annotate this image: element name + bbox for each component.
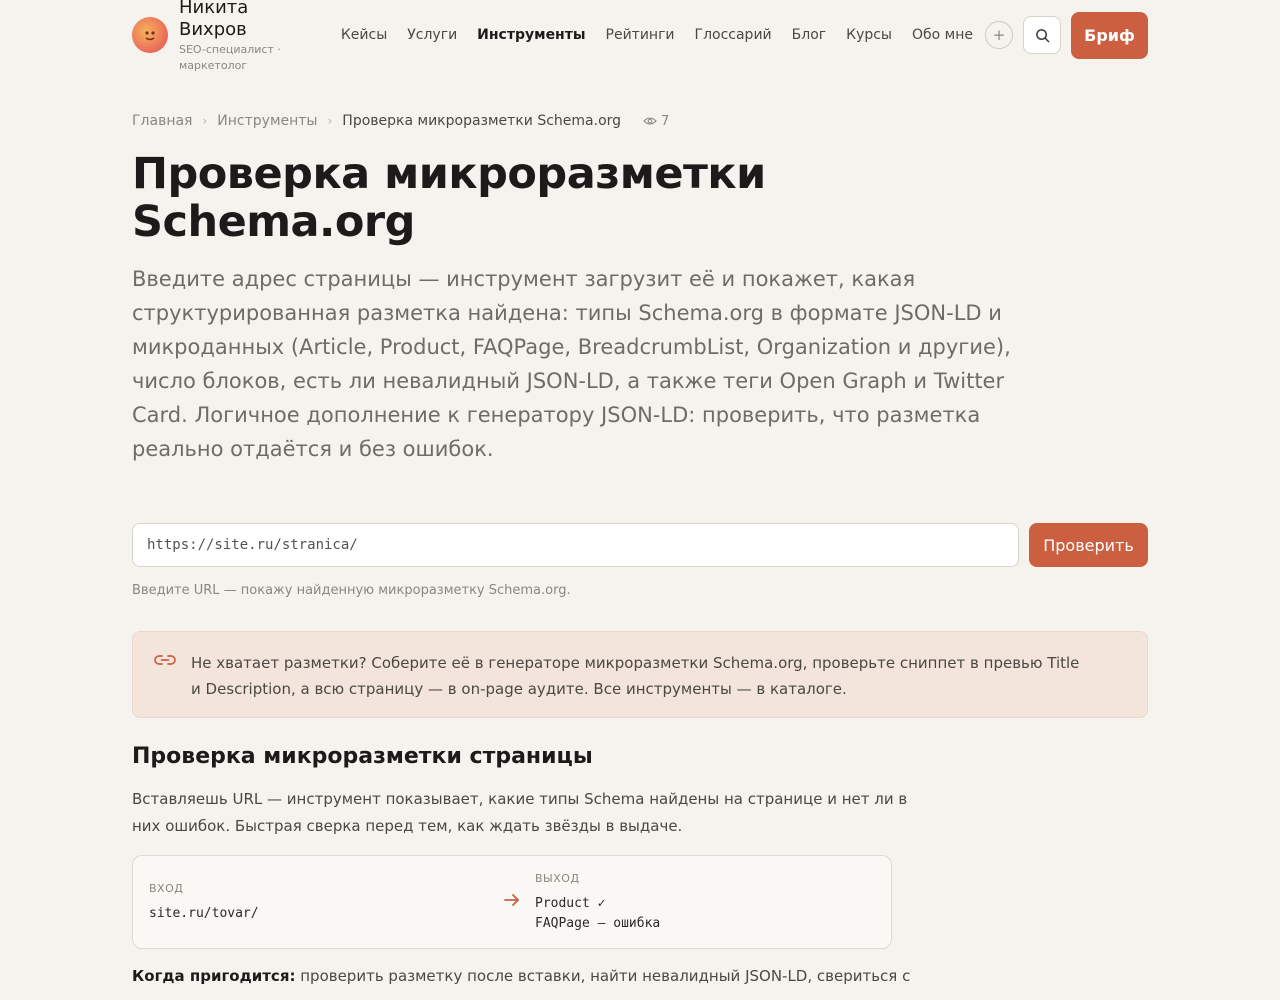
face-icon [145, 31, 155, 41]
example-output-line-1: Product ✓ [535, 896, 606, 911]
view-count-value: 7 [661, 113, 670, 129]
avatar-logo[interactable] [132, 17, 168, 53]
breadcrumb-tools[interactable]: Инструменты [217, 113, 317, 129]
link-icon [153, 652, 177, 699]
section-text: Вставляешь URL — инструмент показывает, … [132, 790, 908, 835]
brand[interactable]: Никита Вихров SEO-специалист · маркетоло… [179, 0, 299, 74]
nav-item-tools[interactable]: Инструменты [477, 27, 585, 43]
page-title: Проверка микроразметки Schema.org [132, 149, 766, 247]
example-input-value: site.ru/tovar/ [149, 906, 259, 921]
section-title: Проверка микроразметки страницы [132, 744, 593, 769]
example-output-label: ВЫХОД [535, 872, 580, 885]
breadcrumb-separator-icon: › [327, 114, 333, 128]
header-actions: Бриф [1013, 11, 1148, 59]
nav-item-courses[interactable]: Курсы [846, 27, 892, 43]
check-form: Проверить [132, 523, 1148, 567]
search-button[interactable] [1023, 16, 1061, 54]
url-input[interactable] [132, 523, 1019, 567]
brand-name: Никита Вихров [179, 0, 249, 40]
nav-item-glossary[interactable]: Глоссарий [695, 27, 772, 43]
nav-item-blog[interactable]: Блог [792, 27, 826, 43]
callout-text: Не хватает разметки? Соберите её в генер… [191, 654, 1080, 698]
more-nav-button[interactable]: + [985, 21, 1013, 49]
related-tools-callout: Не хватает разметки? Соберите её в генер… [132, 631, 1148, 718]
usage-note: Когда пригодится: проверить разметку пос… [132, 962, 912, 1000]
form-hint: Введите URL — покажу найденную микроразм… [132, 583, 571, 598]
breadcrumb-current: Проверка микроразметки Schema.org [342, 113, 622, 129]
page-lead: Введите адрес страницы — инструмент загр… [132, 267, 1011, 461]
breadcrumb: Главная › Инструменты › Проверка микрора… [132, 113, 669, 129]
nav-item-cases[interactable]: Кейсы [341, 27, 387, 43]
arrow-right-icon [504, 894, 519, 906]
site-header: Никита Вихров SEO-специалист · маркетоло… [132, 0, 1148, 72]
brand-subtitle: SEO-специалист · маркетолог [179, 42, 281, 72]
check-button[interactable]: Проверить [1029, 523, 1148, 567]
breadcrumb-separator-icon: › [202, 114, 208, 128]
eye-icon [643, 117, 657, 125]
plus-icon: + [992, 26, 1006, 44]
example-input-label: ВХОД [149, 882, 184, 895]
main-nav: Кейсы Услуги Инструменты Рейтинги Глосса… [341, 21, 1013, 49]
search-icon [1035, 28, 1049, 42]
usage-label: Когда пригодится: [132, 967, 296, 985]
page: Никита Вихров SEO-специалист · маркетоло… [132, 0, 1148, 1000]
nav-item-about[interactable]: Обо мне [912, 27, 973, 43]
brief-button[interactable]: Бриф [1071, 11, 1148, 59]
nav-item-services[interactable]: Услуги [407, 27, 457, 43]
example-output-line-2: FAQPage — ошибка [535, 916, 661, 931]
breadcrumb-home[interactable]: Главная [132, 113, 192, 129]
example-box: ВХОД site.ru/tovar/ ВЫХОД Product ✓ FAQP… [132, 855, 892, 949]
view-count: 7 [643, 114, 669, 129]
nav-item-ratings[interactable]: Рейтинги [606, 27, 675, 43]
